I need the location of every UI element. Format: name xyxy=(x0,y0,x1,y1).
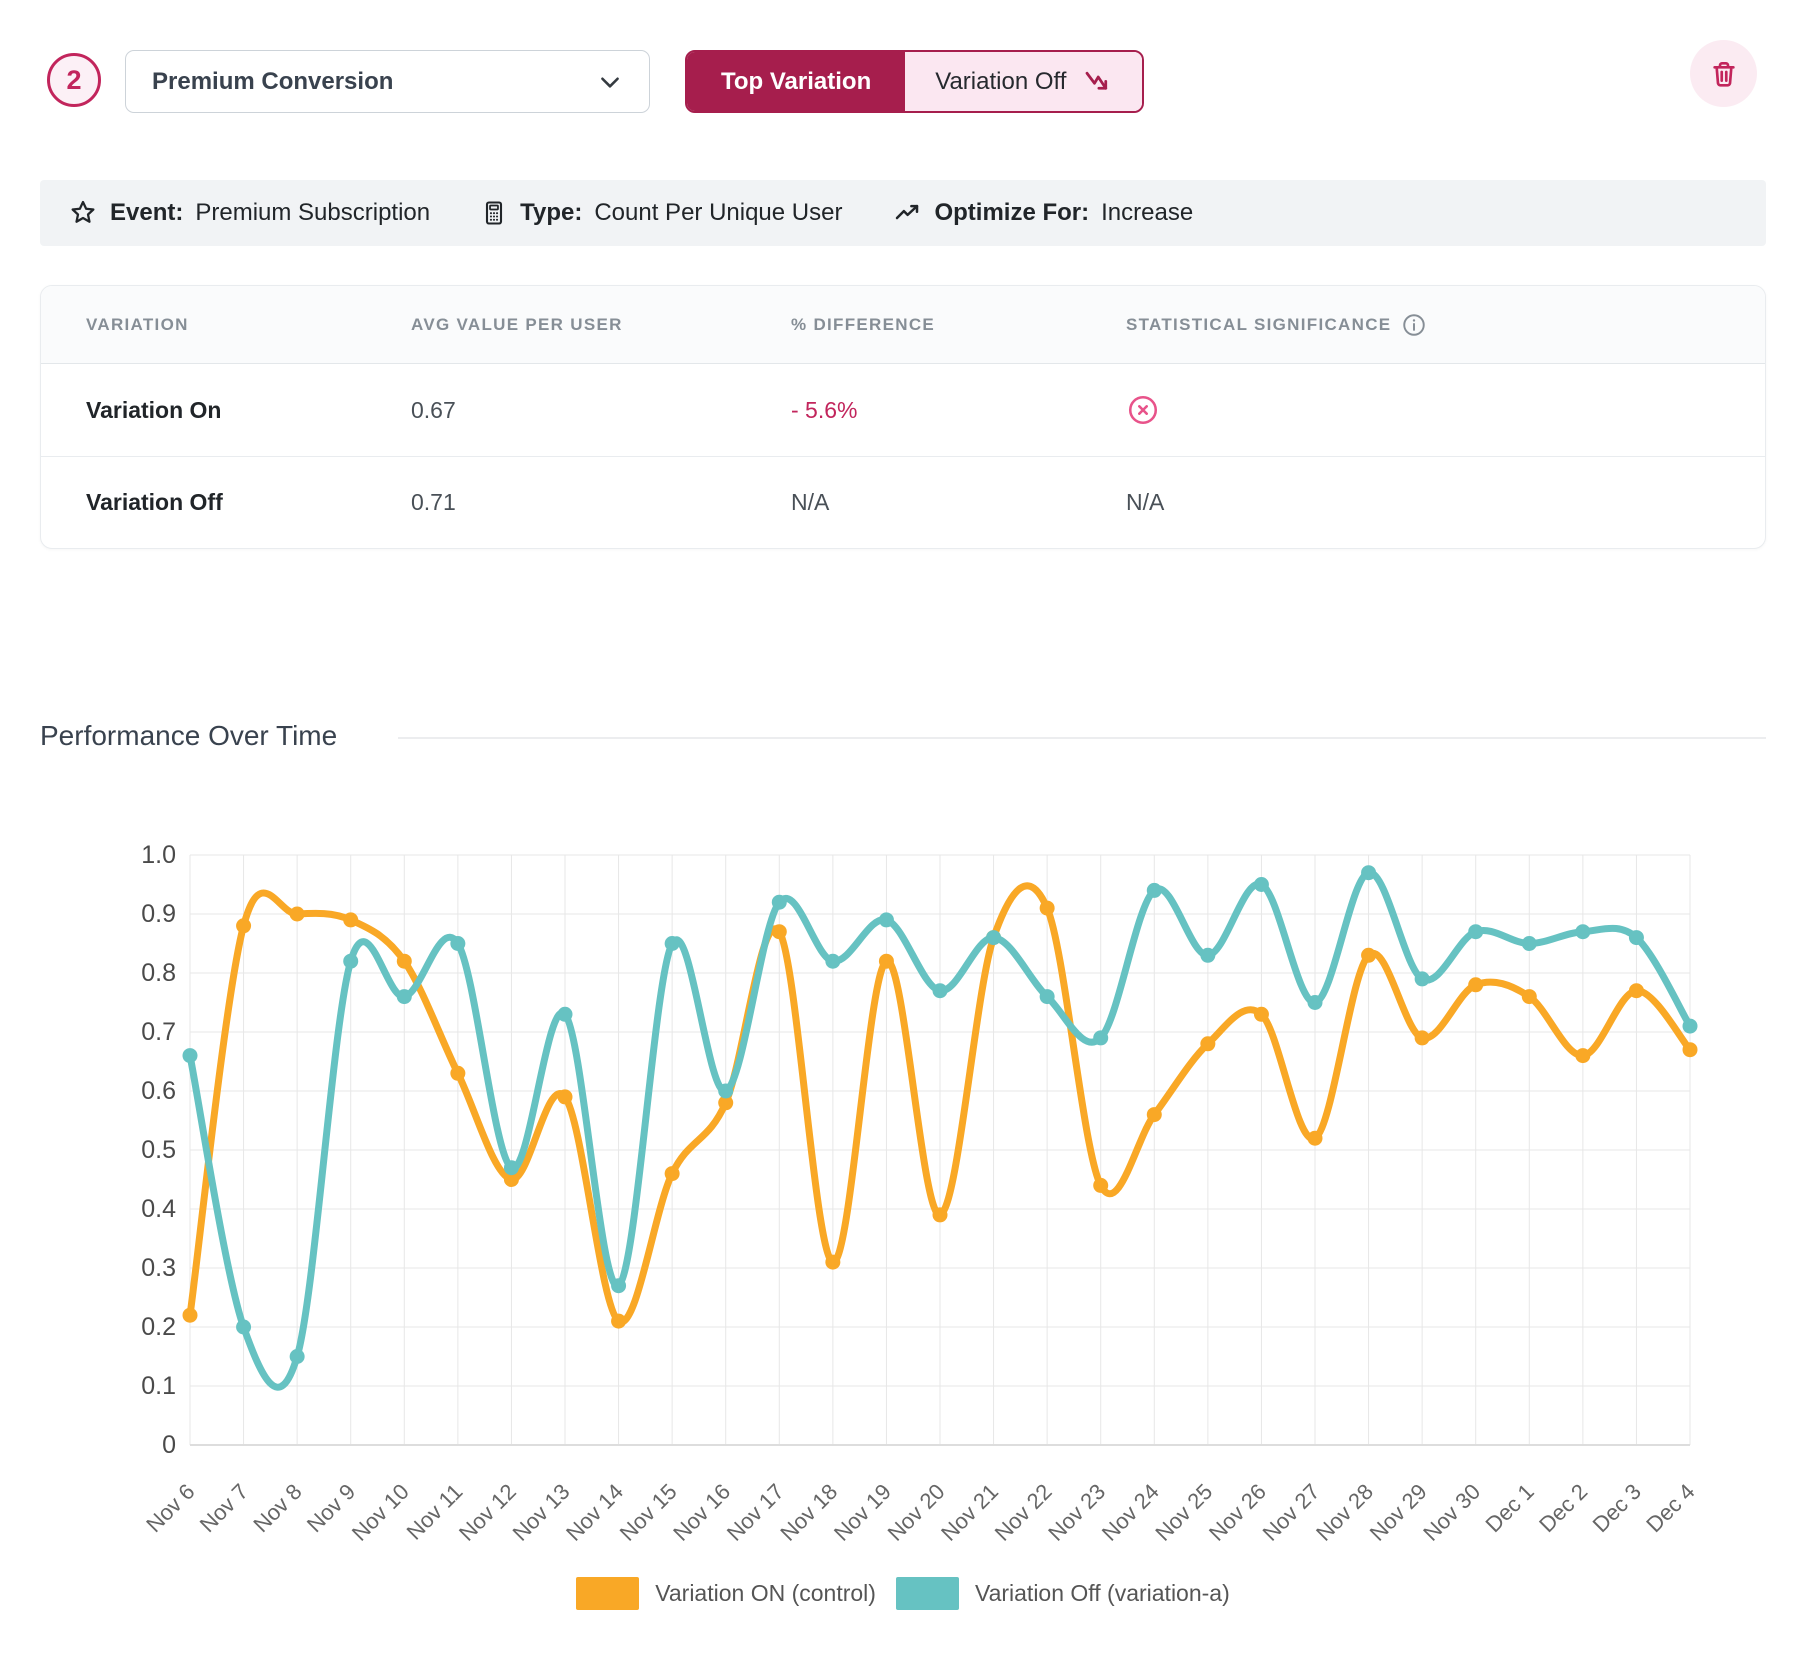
table-header-row: VARIATION AVG VALUE PER USER % DIFFERENC… xyxy=(41,286,1765,364)
metric-dropdown[interactable]: Premium Conversion xyxy=(125,50,650,113)
svg-text:0.9: 0.9 xyxy=(141,900,176,928)
svg-text:0.1: 0.1 xyxy=(141,1372,176,1400)
variation-results-table: VARIATION AVG VALUE PER USER % DIFFERENC… xyxy=(40,285,1766,549)
svg-text:Nov 22: Nov 22 xyxy=(990,1479,1057,1546)
row-variation-name: Variation Off xyxy=(86,489,411,516)
trend-down-icon xyxy=(1082,67,1112,97)
svg-text:Nov 8: Nov 8 xyxy=(248,1479,306,1537)
svg-text:Nov 26: Nov 26 xyxy=(1204,1479,1271,1546)
type-group: Type: Count Per Unique User xyxy=(480,199,842,227)
star-icon xyxy=(68,198,98,228)
svg-text:Nov 17: Nov 17 xyxy=(722,1479,789,1546)
svg-text:0.5: 0.5 xyxy=(141,1136,176,1164)
svg-text:Nov 19: Nov 19 xyxy=(829,1479,896,1546)
svg-text:Dec 1: Dec 1 xyxy=(1480,1479,1538,1537)
event-value: Premium Subscription xyxy=(195,199,430,227)
svg-text:0.3: 0.3 xyxy=(141,1254,176,1282)
svg-text:Nov 6: Nov 6 xyxy=(141,1479,199,1537)
svg-text:Nov 12: Nov 12 xyxy=(454,1479,521,1546)
svg-text:Dec 3: Dec 3 xyxy=(1588,1479,1646,1537)
legend-label: Variation Off (variation-a) xyxy=(975,1580,1230,1607)
metric-dropdown-value: Premium Conversion xyxy=(152,68,393,96)
performance-chart: 00.10.20.30.40.50.60.70.80.91.0Nov 6Nov … xyxy=(40,800,1766,1585)
calculator-icon xyxy=(480,199,508,227)
legend-item-variation-on: Variation ON (control) xyxy=(576,1577,876,1610)
svg-text:Nov 10: Nov 10 xyxy=(347,1479,414,1546)
col-significance: STATISTICAL SIGNIFICANCE xyxy=(1126,315,1391,335)
svg-text:0.7: 0.7 xyxy=(141,1018,176,1046)
svg-text:Nov 25: Nov 25 xyxy=(1150,1479,1217,1546)
metric-panel: 2 Premium Conversion Top Variation Varia… xyxy=(0,0,1806,1656)
metric-index-badge: 2 xyxy=(47,53,101,107)
svg-text:Nov 7: Nov 7 xyxy=(195,1479,253,1537)
optimize-group: Optimize For: Increase xyxy=(892,198,1193,228)
type-label: Type: xyxy=(520,199,582,227)
delete-metric-button[interactable] xyxy=(1690,40,1757,107)
col-difference: % DIFFERENCE xyxy=(791,315,1126,335)
svg-text:Nov 29: Nov 29 xyxy=(1365,1479,1432,1546)
event-info-bar: Event: Premium Subscription Type: Count … xyxy=(40,180,1766,246)
event-label: Event: xyxy=(110,199,183,227)
row-difference: N/A xyxy=(791,489,1126,516)
variation-off-label: Variation Off xyxy=(935,68,1066,96)
svg-text:Nov 30: Nov 30 xyxy=(1418,1479,1485,1546)
optimize-label: Optimize For: xyxy=(934,199,1089,227)
svg-text:Nov 20: Nov 20 xyxy=(883,1479,950,1546)
svg-text:Nov 13: Nov 13 xyxy=(508,1479,575,1546)
row-difference: - 5.6% xyxy=(791,397,1126,424)
table-row: Variation On 0.67 - 5.6% xyxy=(41,364,1765,456)
row-variation-name: Variation On xyxy=(86,397,411,424)
legend-swatch-teal xyxy=(896,1577,959,1610)
event-group: Event: Premium Subscription xyxy=(68,198,430,228)
svg-text:Dec 2: Dec 2 xyxy=(1534,1479,1592,1537)
svg-text:Nov 28: Nov 28 xyxy=(1311,1479,1378,1546)
variation-segmented-control: Top Variation Variation Off xyxy=(685,50,1144,113)
trend-up-icon xyxy=(892,198,922,228)
info-circle-icon[interactable] xyxy=(1401,312,1427,338)
svg-text:Nov 14: Nov 14 xyxy=(561,1479,628,1546)
page-title: Performance Over Time xyxy=(40,720,337,752)
circle-x-icon xyxy=(1126,393,1160,427)
svg-text:Nov 16: Nov 16 xyxy=(668,1479,735,1546)
svg-text:0.8: 0.8 xyxy=(141,959,176,987)
col-avg-value: AVG VALUE PER USER xyxy=(411,315,791,335)
svg-text:0: 0 xyxy=(162,1431,176,1459)
row-significance: N/A xyxy=(1126,489,1765,516)
svg-text:0.2: 0.2 xyxy=(141,1313,176,1341)
top-variation-button[interactable]: Top Variation xyxy=(687,52,905,111)
chart-legend: Variation ON (control) Variation Off (va… xyxy=(0,1577,1806,1610)
svg-text:0.4: 0.4 xyxy=(141,1195,176,1223)
svg-text:Dec 4: Dec 4 xyxy=(1641,1479,1699,1537)
optimize-value: Increase xyxy=(1101,199,1193,227)
table-row: Variation Off 0.71 N/A N/A xyxy=(41,456,1765,548)
type-value: Count Per Unique User xyxy=(594,199,842,227)
legend-label: Variation ON (control) xyxy=(655,1580,876,1607)
legend-item-variation-off: Variation Off (variation-a) xyxy=(896,1577,1230,1610)
chevron-down-icon xyxy=(597,69,623,95)
svg-text:Nov 15: Nov 15 xyxy=(615,1479,682,1546)
svg-text:Nov 21: Nov 21 xyxy=(936,1479,1003,1546)
svg-text:Nov 27: Nov 27 xyxy=(1258,1479,1325,1546)
row-avg-value: 0.71 xyxy=(411,489,791,516)
col-variation: VARIATION xyxy=(86,315,411,335)
svg-text:0.6: 0.6 xyxy=(141,1077,176,1105)
variation-off-button[interactable]: Variation Off xyxy=(905,52,1142,111)
svg-text:Nov 18: Nov 18 xyxy=(775,1479,842,1546)
svg-text:1.0: 1.0 xyxy=(141,841,176,869)
section-divider xyxy=(398,737,1766,739)
trash-icon xyxy=(1708,58,1740,90)
svg-text:Nov 23: Nov 23 xyxy=(1043,1479,1110,1546)
legend-swatch-orange xyxy=(576,1577,639,1610)
row-avg-value: 0.67 xyxy=(411,397,791,424)
svg-text:Nov 24: Nov 24 xyxy=(1097,1479,1164,1546)
svg-text:Nov 11: Nov 11 xyxy=(402,1479,468,1545)
